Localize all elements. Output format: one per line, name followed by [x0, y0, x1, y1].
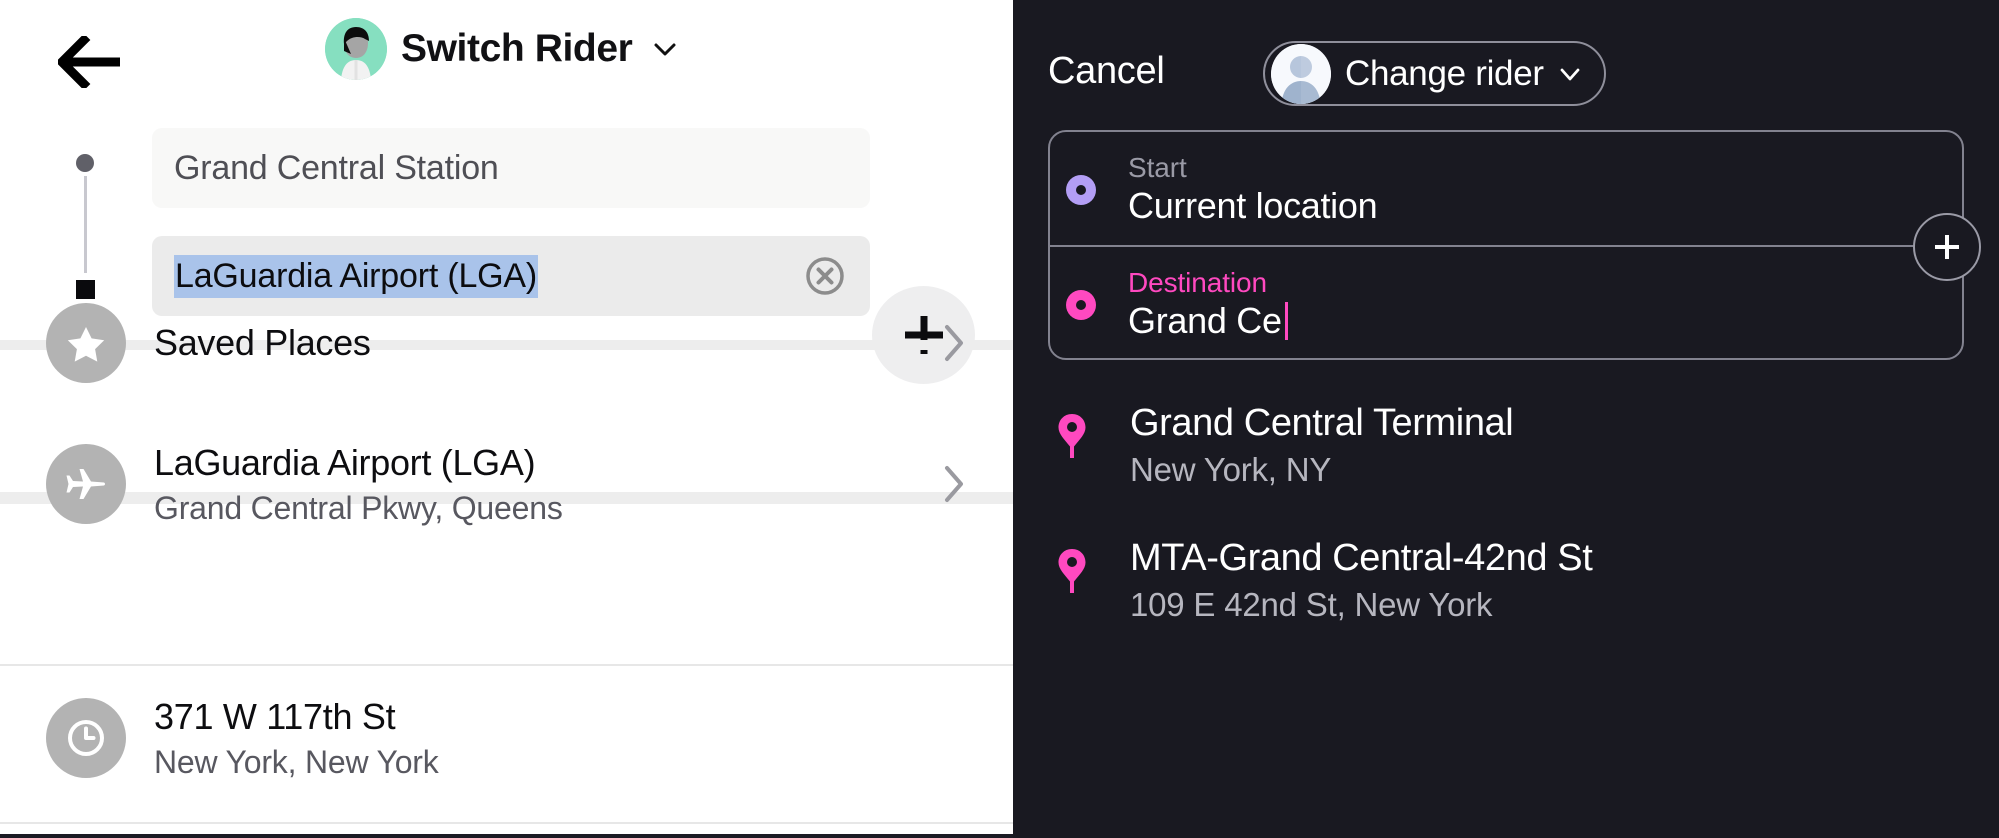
list-item-title: Saved Places [154, 322, 371, 363]
result-item-subtitle: 109 E 42nd St, New York [1130, 586, 1493, 623]
destination-ring-icon [1066, 289, 1096, 320]
airplane-icon [46, 444, 126, 524]
text-caret [1284, 302, 1288, 341]
route-rail [72, 154, 98, 299]
result-item-title: MTA-Grand Central-42nd St [1130, 537, 1593, 579]
chevron-right-icon[interactable] [941, 463, 967, 505]
start-ring-icon [1066, 174, 1096, 205]
result-item-mta-grand-central[interactable]: MTA-Grand Central-42nd St 109 E 42nd St,… [1013, 537, 1999, 624]
chevron-down-icon [1558, 62, 1582, 86]
list-item-laguardia[interactable]: LaGuardia Airport (LGA) Grand Central Pk… [0, 422, 1013, 546]
result-item-subtitle: New York, NY [1130, 451, 1332, 488]
dark-panel-header: Cancel Change rider [1013, 0, 1999, 150]
origin-dot-icon [76, 154, 94, 172]
destination-field-label: Destination [1128, 266, 1267, 298]
dark-panel: Cancel Change rider Start Current locati… [1013, 0, 1999, 838]
result-item-title: Grand Central Terminal [1130, 402, 1514, 444]
light-panel-header: Switch Rider [0, 0, 1013, 110]
list-hairline-2 [0, 822, 1013, 824]
list-item-saved-places[interactable]: Saved Places [0, 288, 1013, 398]
bottom-rule [0, 834, 1013, 838]
map-pin-icon [1048, 402, 1096, 460]
list-item-subtitle: Grand Central Pkwy, Queens [154, 489, 563, 526]
list-item-title: 371 W 117th St [154, 695, 396, 737]
switch-rider-label: Switch Rider [401, 27, 633, 70]
change-rider-label: Change rider [1345, 53, 1544, 93]
start-field-row[interactable]: Start Current location [1050, 132, 1966, 247]
origin-input[interactable]: Grand Central Station [152, 128, 870, 208]
light-panel: Switch Rider Grand Central Station LaGua… [0, 0, 1013, 838]
start-field-value: Current location [1128, 184, 1378, 226]
list-item-subtitle: New York, New York [154, 743, 439, 780]
chevron-down-icon [652, 36, 678, 62]
route-rail-line [84, 176, 87, 273]
chevron-right-icon[interactable] [941, 322, 967, 364]
destination-field-text: Destination Grand Ce [1128, 267, 1966, 343]
screen-root: Switch Rider Grand Central Station LaGua… [0, 0, 1999, 838]
back-arrow-icon[interactable] [55, 33, 120, 91]
origin-input-value: Grand Central Station [174, 148, 499, 187]
start-field-label: Start [1128, 151, 1187, 183]
list-item-text: LaGuardia Airport (LGA) Grand Central Pk… [154, 442, 941, 527]
destination-field-value: Grand Ce [1128, 299, 1282, 341]
clock-icon [46, 698, 126, 778]
map-pin-icon [1048, 537, 1096, 595]
route-card: Start Current location Destination Grand… [1048, 130, 1966, 362]
list-item-text: Saved Places [154, 322, 941, 364]
person-avatar-icon [1271, 43, 1331, 104]
list-item-title: LaGuardia Airport (LGA) [154, 441, 536, 483]
list-item-text: 371 W 117th St New York, New York [154, 696, 967, 781]
result-item-text: Grand Central Terminal New York, NY [1130, 402, 1514, 489]
destination-field-value-wrap: Grand Ce [1128, 300, 1966, 342]
destination-field-row[interactable]: Destination Grand Ce [1050, 247, 1966, 362]
change-rider-button[interactable]: Change rider [1263, 41, 1606, 106]
dark-add-stop-button[interactable] [1913, 213, 1981, 281]
result-item-text: MTA-Grand Central-42nd St 109 E 42nd St,… [1130, 537, 1593, 624]
switch-rider-button[interactable]: Switch Rider [325, 18, 678, 80]
list-item-371-w-117th[interactable]: 371 W 117th St New York, New York [0, 676, 1013, 800]
star-icon [46, 303, 126, 383]
plus-icon [1935, 235, 1959, 259]
start-field-text: Start Current location [1128, 152, 1966, 228]
rider-avatar-icon [325, 18, 387, 80]
cancel-button[interactable]: Cancel [1048, 50, 1165, 93]
result-item-grand-central-terminal[interactable]: Grand Central Terminal New York, NY [1013, 402, 1999, 489]
list-hairline-1 [0, 664, 1013, 666]
